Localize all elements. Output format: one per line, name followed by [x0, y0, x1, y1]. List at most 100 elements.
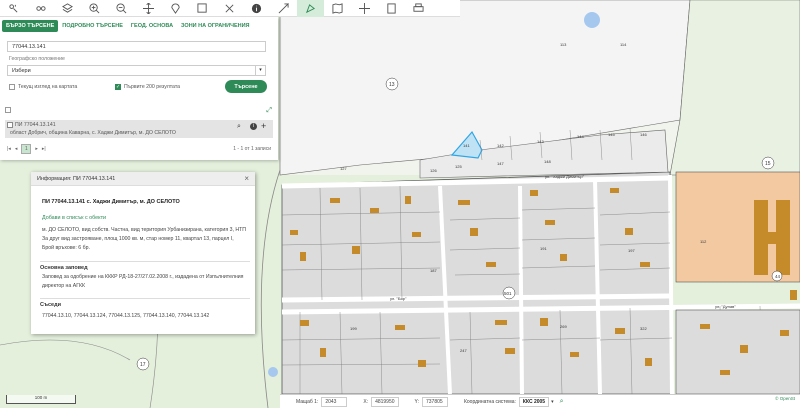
scale-bar: 100 m	[6, 395, 76, 404]
crs-label: Координатна система:	[463, 398, 516, 405]
parcel-label: 187	[430, 268, 437, 273]
street-label: ул. "Дунав"	[715, 304, 736, 309]
popup-header-title: Информация: ПИ 77044.13.141	[37, 176, 116, 182]
first200-checkbox[interactable]: ✓ Първите 200 резултата	[115, 84, 180, 90]
search-button[interactable]: Търсене	[225, 80, 267, 93]
map-toolbar	[0, 0, 460, 17]
parcel-label: 197	[628, 248, 635, 253]
location-pin-icon[interactable]	[162, 0, 189, 17]
close-icon[interactable]: ×	[244, 174, 249, 183]
zoom-plus-icon[interactable]	[81, 0, 108, 17]
zoom-in-icon[interactable]	[0, 0, 27, 17]
clear-icon[interactable]	[216, 0, 243, 17]
scale-label: Мащаб 1:	[296, 398, 319, 405]
geo-position-select[interactable]: Избери ▾	[7, 65, 266, 76]
search-panel: БЪРЗО ТЪРСЕНЕ ПОДРОБНО ТЪРСЕНЕ ГЕОД. ОСН…	[0, 17, 278, 160]
prev-page-icon[interactable]: ◂	[15, 146, 18, 152]
layers-icon[interactable]	[54, 0, 81, 17]
draw-polygon-icon[interactable]	[297, 0, 324, 17]
search-input[interactable]: 77044.13.141	[7, 41, 266, 52]
add-to-list-link[interactable]: Добави в списък с обекти	[42, 215, 106, 221]
quarter-label: 501	[504, 291, 512, 296]
current-view-checkbox[interactable]: Текущ изглед на картата	[9, 84, 77, 90]
street-label: ул. "Хаджи Димитър"	[545, 174, 585, 179]
pan-icon[interactable]	[135, 0, 162, 17]
tab-quick-search[interactable]: БЪРЗО ТЪРСЕНЕ	[2, 19, 59, 32]
checkbox-icon[interactable]	[7, 122, 13, 128]
tab-geodetic-base[interactable]: ГЕОД. ОСНОВА	[127, 20, 177, 32]
parcel-label: 191	[540, 246, 547, 251]
neighbors-title: Съседи	[40, 298, 250, 308]
y-input[interactable]: 737805	[421, 396, 448, 407]
next-page-icon[interactable]: ▸	[35, 146, 38, 152]
search-icon[interactable]: ⌕	[560, 398, 564, 406]
print-icon[interactable]	[405, 0, 432, 17]
attribution[interactable]: © OpenSt	[772, 395, 798, 402]
parcel-label: 114	[620, 42, 627, 47]
scale-input[interactable]: 2043	[321, 396, 348, 407]
select-box-icon[interactable]	[189, 0, 216, 17]
parcel-label: 142	[497, 143, 504, 148]
select-all-checkbox[interactable]	[5, 107, 14, 113]
result-row[interactable]: ПИ 77044.13.141 област Добрич, община Ка…	[5, 120, 273, 138]
quarter-label: 13	[389, 82, 395, 88]
order-text: Заповед за одобрение на КККР РД-18-27/27…	[42, 274, 244, 289]
chevron-down-icon[interactable]: ▾	[255, 66, 265, 75]
search-icon[interactable]: ⌕	[237, 123, 241, 131]
parcel-label: 125	[455, 164, 462, 169]
current-view-label: Текущ изглед на картата	[18, 84, 78, 90]
x-input[interactable]: 4819950	[371, 396, 399, 407]
zoom-out-icon[interactable]	[27, 0, 54, 17]
popup-title: ПИ 77044.13.141 с. Хаджи Димитър, м. ДО …	[42, 199, 180, 205]
popup-description: м. ДО СЕЛОТО, вид собств. Частна, вид те…	[42, 227, 246, 251]
parcel-label: 148	[544, 159, 551, 164]
parcel-label: 112	[700, 239, 707, 244]
info-popup: Информация: ПИ 77044.13.141 × ПИ 77044.1…	[31, 172, 255, 334]
last-page-icon[interactable]: ▸|	[42, 146, 46, 152]
crosshair-icon[interactable]	[351, 0, 378, 17]
geo-position-value: Избери	[12, 68, 31, 74]
checkbox-checked-icon[interactable]: ✓	[115, 84, 121, 90]
first-page-icon[interactable]: |◂	[7, 146, 11, 152]
measure-icon[interactable]	[270, 0, 297, 17]
x-label: X:	[363, 398, 369, 405]
pager-info: 1 - 1 от 1 записи	[233, 146, 271, 152]
parcel-label: 126	[430, 168, 437, 173]
page-number[interactable]: 1	[21, 144, 32, 154]
map-icon[interactable]	[324, 0, 351, 17]
neighbors-text: 77044.13.10, 77044.13.124, 77044.13.125,…	[42, 313, 210, 319]
quarter-label: 44	[775, 274, 781, 279]
parcel-label: 147	[497, 161, 504, 166]
expand-icon[interactable]: ⤢	[266, 107, 272, 115]
result-title: ПИ 77044.13.141	[15, 122, 56, 128]
search-tabs: БЪРЗО ТЪРСЕНЕ ПОДРОБНО ТЪРСЕНЕ ГЕОД. ОСН…	[0, 17, 278, 34]
add-icon[interactable]: +	[261, 121, 266, 131]
chevron-down-icon[interactable]: ▾	[551, 399, 554, 405]
tab-detailed-search[interactable]: ПОДРОБНО ТЪРСЕНЕ	[58, 20, 127, 32]
pager: |◂ ◂ 1 ▸ ▸|	[7, 144, 46, 154]
geo-position-label: Географско положение	[9, 56, 65, 62]
parcel-label: 247	[460, 348, 467, 353]
quarter-label: 15	[765, 161, 771, 167]
info-icon[interactable]	[243, 0, 270, 17]
checkbox-icon[interactable]	[5, 107, 11, 113]
y-label: Y:	[414, 398, 419, 405]
parcel-label: 199	[350, 326, 357, 331]
document-icon[interactable]	[378, 0, 405, 17]
parcel-label: 141	[463, 143, 470, 148]
parcel-label: 113	[560, 42, 567, 47]
parcel-label: 127	[340, 166, 347, 171]
checkbox-icon[interactable]	[9, 84, 15, 90]
popup-header: Информация: ПИ 77044.13.141 ×	[31, 172, 255, 186]
result-subtitle: област Добрич, община Каварна, с. Хаджи …	[10, 130, 176, 136]
order-title: Основна заповед	[40, 261, 250, 271]
parcel-label: 145	[608, 132, 615, 137]
tab-restriction-zones[interactable]: ЗОНИ НА ОГРАНИЧЕНИЯ	[177, 20, 253, 32]
crs-select[interactable]: ККС 2005	[518, 396, 550, 407]
parcel-label: 269	[560, 324, 567, 329]
zoom-minus-icon[interactable]	[108, 0, 135, 17]
parcel-label: 143	[537, 139, 544, 144]
street-label: ул. "Бор"	[390, 296, 407, 301]
info-icon[interactable]: i	[250, 123, 257, 130]
quarter-label: 17	[140, 362, 146, 368]
